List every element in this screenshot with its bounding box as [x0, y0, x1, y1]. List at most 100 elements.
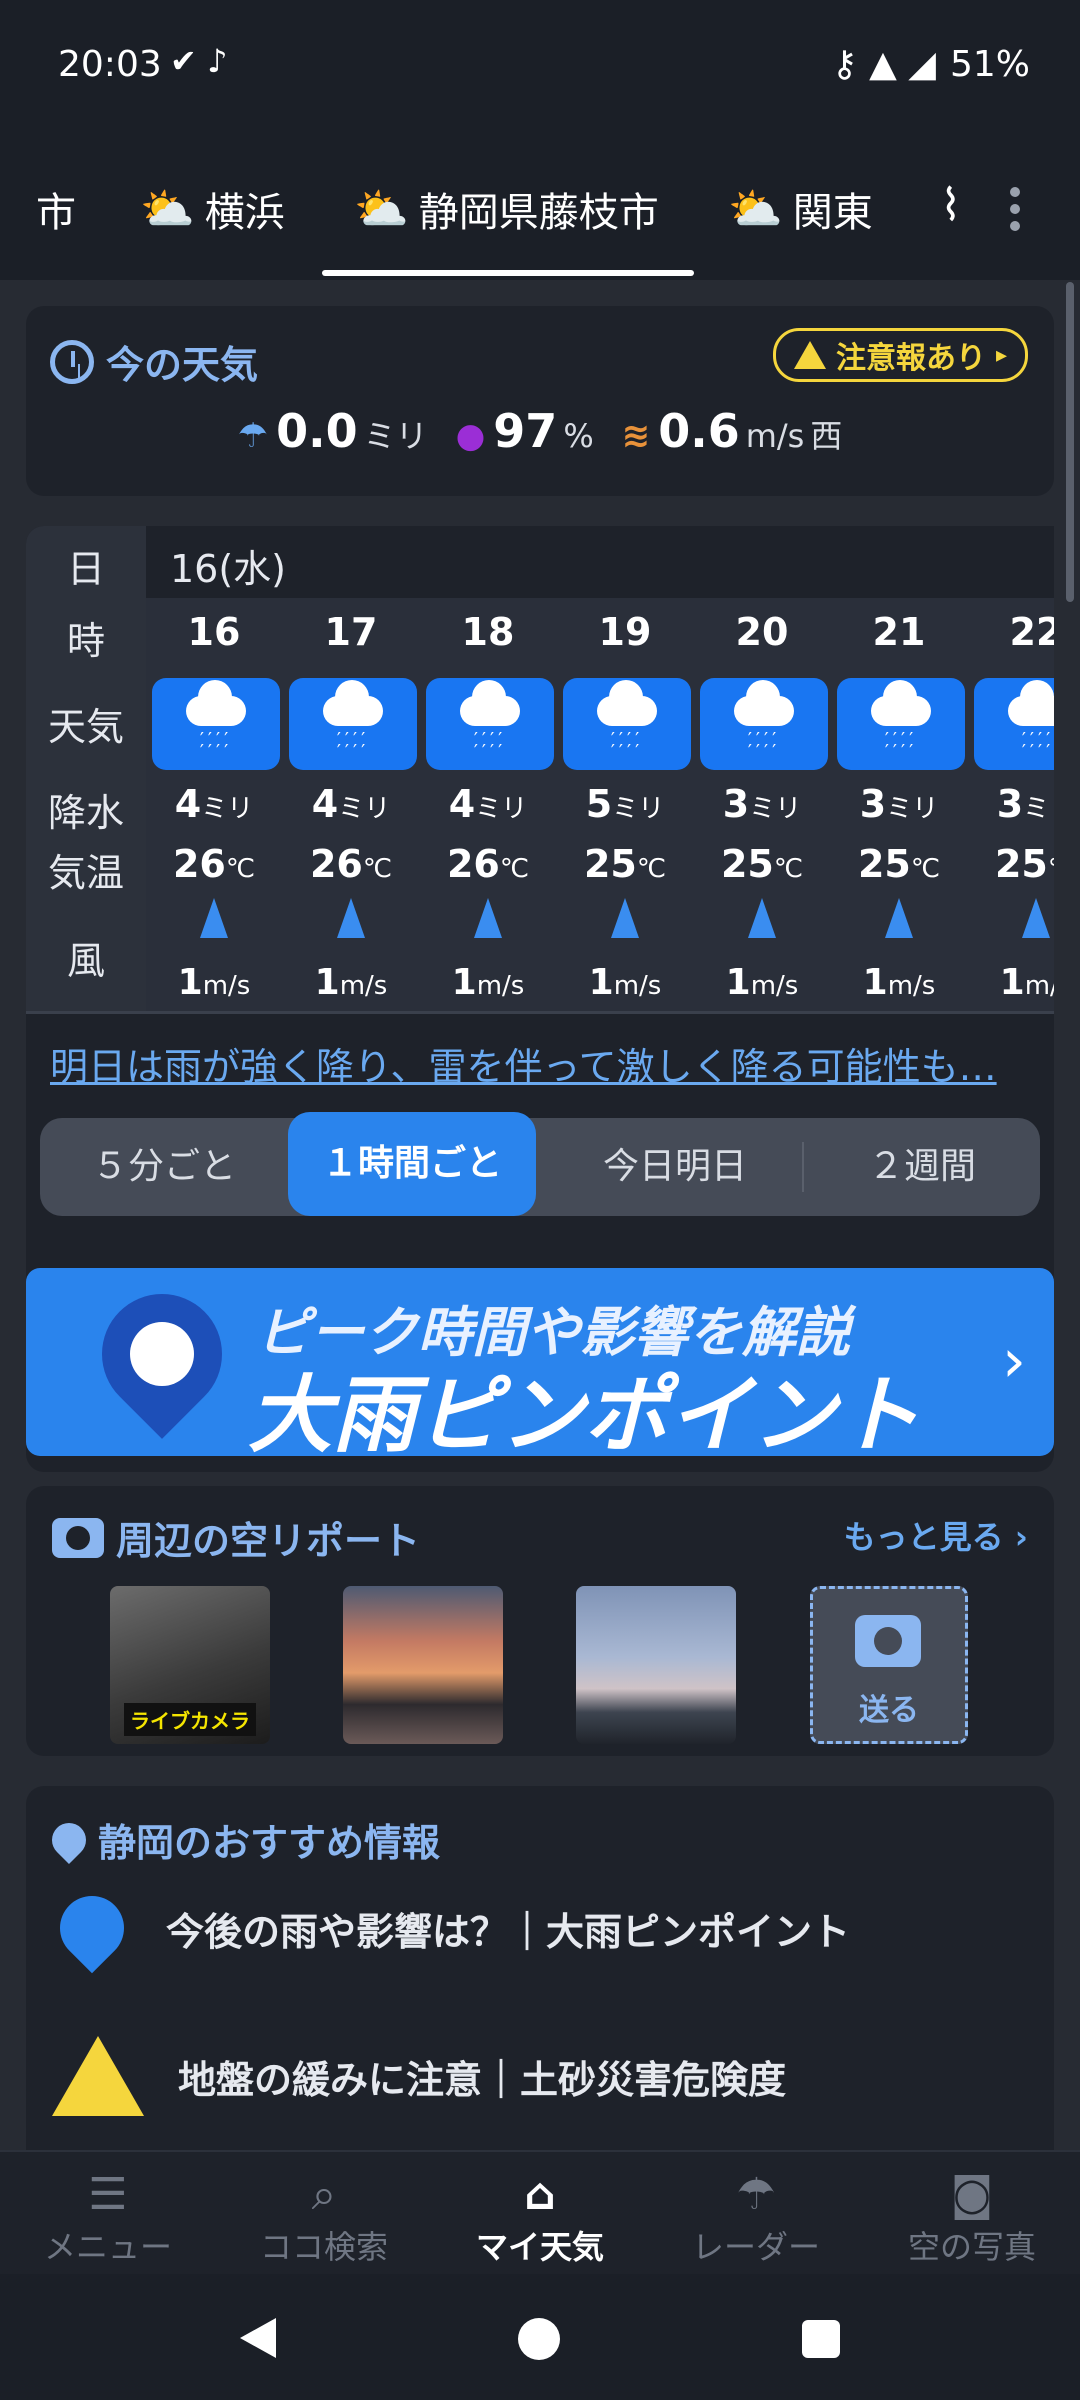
rain-cloud-icon	[130, 1322, 194, 1386]
precip-cell: 5ミリ	[557, 782, 693, 826]
temp-unit: ℃	[910, 854, 941, 884]
segment-today-tomorrow[interactable]: 今日明日	[550, 1118, 800, 1216]
recents-icon[interactable]	[802, 2320, 840, 2358]
home-button-icon[interactable]	[518, 2318, 560, 2360]
temp-value: 25	[857, 842, 911, 886]
umbrella-icon: ☂	[736, 2169, 776, 2220]
precip-unit: ミリ	[886, 794, 939, 824]
hour-label: 21	[872, 610, 926, 654]
temp-unit: ℃	[773, 854, 804, 884]
wind-value: 1	[862, 962, 888, 1003]
advisory-badge[interactable]: 注意報あり ▸	[772, 328, 1028, 382]
send-photo-label: 送る	[859, 1693, 919, 1728]
precip-cell: 4ミリ	[146, 782, 282, 826]
rain-weather-icon: ′′′′ ′′′′	[289, 678, 417, 770]
search-icon: ⌕	[311, 2169, 337, 2220]
nav-sky-photos[interactable]: ◙ 空の写真	[864, 2168, 1080, 2268]
precip-value: 3	[859, 782, 887, 826]
precip-unit: ミリ	[338, 794, 391, 824]
rain-weather-icon: ′′′′ ′′′′	[563, 678, 691, 770]
sky-photo-thumbnail[interactable]	[343, 1586, 503, 1744]
hourly-columns[interactable]: 16 ′′′′ ′′′′ 4ミリ 26℃ 1m/s 17 ′′′′ ′′′′ 4ミリ 26℃ 1m/s…	[146, 598, 1054, 1011]
warning-icon	[793, 341, 826, 369]
nav-radar[interactable]: ☂ レーダー	[648, 2168, 864, 2268]
nav-search[interactable]: ⌕ ココ検索	[216, 2168, 432, 2268]
tab-kanto[interactable]: ⛅ 関東	[728, 180, 873, 238]
wind-value: 1	[177, 962, 203, 1003]
nav-my-weather[interactable]: ⌂ マイ天気	[432, 2168, 648, 2268]
wind-direction-arrow-icon	[337, 898, 365, 938]
see-more-link[interactable]: もっと見る ›	[844, 1512, 1028, 1558]
chevron-right-icon: ▸	[995, 342, 1007, 368]
wind-direction-arrow-icon	[885, 898, 913, 938]
chevron-right-icon: ›	[1002, 1326, 1026, 1396]
segment-2weeks[interactable]: ２週間	[804, 1118, 1040, 1216]
forecast-comment-link[interactable]: 明日は雨が強く降り、雷を伴って激しく降る可能性も…	[50, 1036, 997, 1091]
wind-direction-arrow-icon	[474, 898, 502, 938]
recommendation-item[interactable]: 地盤の緩みに注意｜土砂災害危険度	[52, 2036, 786, 2116]
humidity-icon: ●	[455, 416, 486, 456]
segment-5min[interactable]: ５分ごと	[40, 1118, 288, 1216]
sky-report-label: 周辺の空リポート	[116, 1519, 421, 1563]
status-time: 20:03	[58, 44, 162, 85]
temp-cell: 25℃	[831, 842, 967, 886]
heavy-rain-pinpoint-banner[interactable]: ピーク時間や影響を解説 大雨ピンポイント ›	[26, 1268, 1054, 1456]
overflow-menu-icon[interactable]	[1010, 180, 1024, 238]
precip-unit: ミリ	[749, 794, 802, 824]
temp-unit: ℃	[636, 854, 667, 884]
send-photo-button[interactable]: 送る	[810, 1586, 968, 1744]
precip-cell: 4ミリ	[283, 782, 419, 826]
cloud-icon	[734, 680, 794, 726]
wind-icon: ≋	[621, 416, 651, 456]
rain-value: 0.0	[276, 404, 358, 458]
segment-1hour[interactable]: １時間ごと	[288, 1112, 536, 1216]
hour-column: 21 ′′′′ ′′′′ 3ミリ 25℃ 1m/s	[831, 598, 967, 1011]
temp-unit: ℃	[225, 854, 256, 884]
wind-cell: 1m/s	[146, 962, 282, 1003]
back-icon[interactable]	[240, 2318, 276, 2358]
main-content[interactable]: 今の天気 注意報あり ▸ ☂ 0.0 ミリ ● 97% ≋ 0.6 m/s 西 日 時 天気…	[0, 280, 1080, 2150]
wind-value: 1	[451, 962, 477, 1003]
recommendation-text: 今後の雨や影響は？｜大雨ピンポイント	[166, 1909, 851, 1954]
hour-column: 19 ′′′′ ′′′′ 5ミリ 25℃ 1m/s	[557, 598, 693, 1011]
sky-report-card: 周辺の空リポート もっと見る › ライブカメラ 送る	[26, 1486, 1054, 1756]
advisory-label: 注意報あり	[835, 341, 986, 376]
row-label-temp: 気温	[47, 851, 124, 895]
wind-direction-arrow-icon	[1022, 898, 1050, 938]
tab-partial-city[interactable]: 市	[36, 180, 76, 238]
clock-icon	[50, 339, 94, 384]
wind-unit: m/s	[887, 971, 936, 1001]
wind-cell: 1m/s	[420, 962, 556, 1003]
temp-value: 25	[994, 842, 1048, 886]
camera-icon	[855, 1615, 921, 1667]
temp-value: 26	[446, 842, 500, 886]
temp-cell: 25℃	[557, 842, 693, 886]
system-navigation-bar	[0, 2274, 1080, 2400]
day-label: 16(水)	[170, 547, 287, 591]
humidity-unit: %	[563, 417, 594, 455]
nav-menu[interactable]: ☰ メニュー	[0, 2168, 216, 2268]
tab-partial-icon[interactable]: ⌇	[940, 180, 961, 231]
sun-cloud-icon: ⛅	[728, 184, 783, 235]
temp-value: 26	[172, 842, 226, 886]
camera-icon	[52, 1517, 104, 1558]
recommendations-label: 静岡のおすすめ情報	[98, 1821, 441, 1865]
tab-fujieda[interactable]: ⛅ 静岡県藤枝市	[354, 180, 659, 238]
rain-unit: ミリ	[363, 417, 428, 455]
precip-unit: ミリ	[201, 794, 254, 824]
raindrops-icon: ′′′′ ′′′′	[747, 729, 781, 762]
temp-cell: 25℃	[694, 842, 830, 886]
wind-value: 1	[725, 962, 751, 1003]
wind-unit: m/s	[339, 971, 388, 1001]
sky-photo-thumbnail[interactable]	[576, 1586, 736, 1744]
tab-yokohama[interactable]: ⛅ 横浜	[140, 180, 285, 238]
live-camera-thumbnail[interactable]: ライブカメラ	[110, 1586, 270, 1744]
wind-unit: m/s	[750, 971, 799, 1001]
scrollbar[interactable]	[1066, 282, 1074, 602]
recommendation-text: 地盤の緩みに注意｜土砂災害危険度	[178, 2057, 787, 2102]
hour-label: 16	[187, 610, 241, 654]
nav-label: レーダー	[691, 2228, 820, 2266]
recommendation-item[interactable]: 今後の雨や影響は？｜大雨ピンポイント	[46, 1882, 851, 1974]
wind-unit: m/s	[613, 971, 662, 1001]
precip-value: 4	[174, 782, 202, 826]
